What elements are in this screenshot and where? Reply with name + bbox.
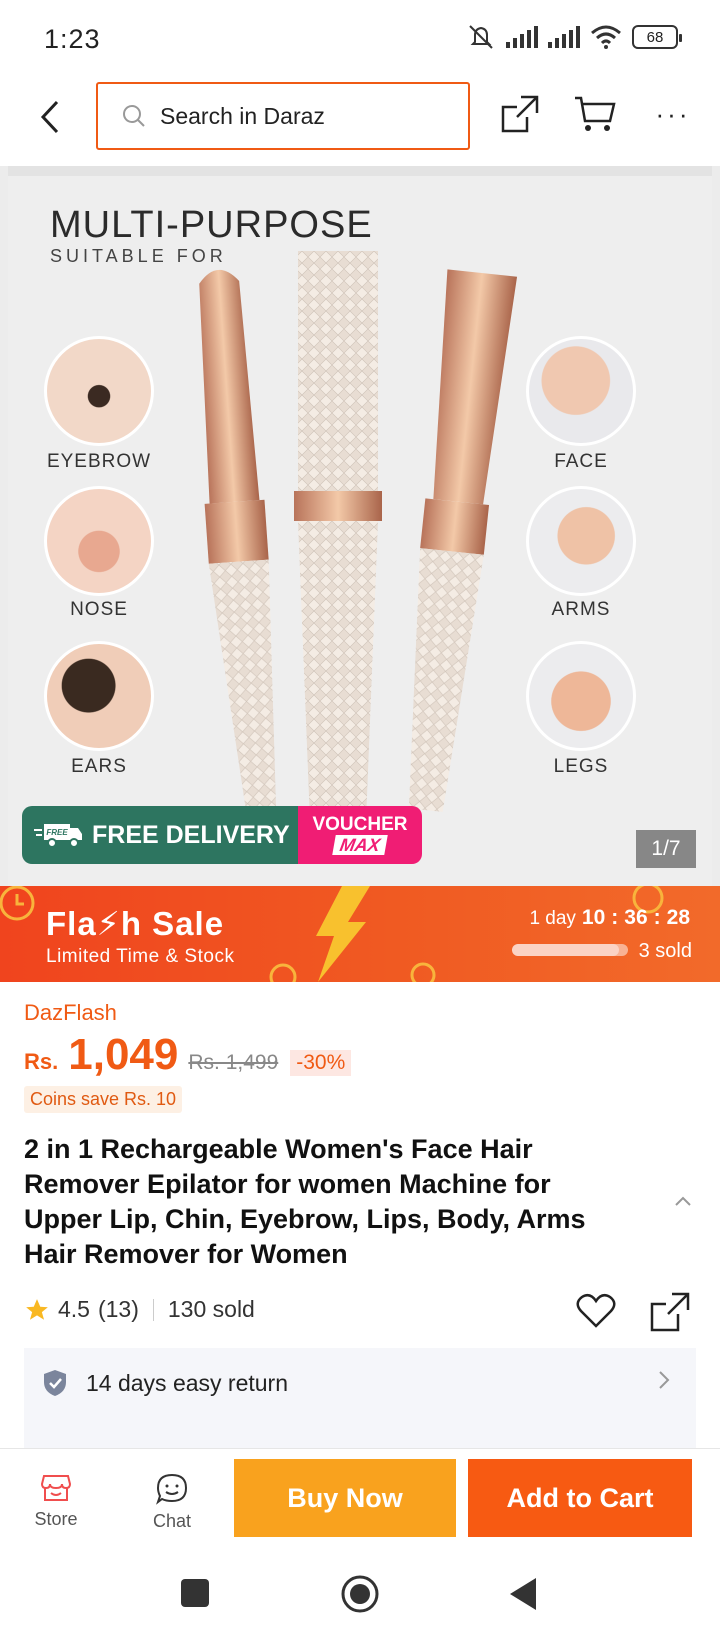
eyebrow-photo bbox=[44, 336, 154, 446]
chevron-right-icon bbox=[659, 1371, 670, 1389]
flash-sold-count: 3 sold bbox=[638, 940, 692, 962]
share-icon bbox=[501, 95, 539, 133]
alarm-clock-icon bbox=[410, 962, 436, 982]
sold-count: 130 sold bbox=[167, 1296, 255, 1322]
back-nav-icon[interactable] bbox=[508, 1576, 538, 1612]
alarm-clock-icon bbox=[0, 886, 35, 921]
device-left bbox=[199, 269, 277, 812]
add-to-cart-button[interactable]: Add to Cart bbox=[468, 1459, 692, 1537]
status-icons: 68 bbox=[466, 24, 682, 50]
price-row: Rs. 1,049 Rs. 1,499 -30% bbox=[24, 1030, 352, 1080]
chat-button[interactable]: Chat bbox=[132, 1473, 212, 1532]
more-options-icon[interactable]: ··· bbox=[650, 90, 696, 138]
flash-sale-subtitle: Limited Time & Stock bbox=[46, 946, 235, 967]
nose-photo bbox=[44, 486, 154, 596]
android-navigation-bar bbox=[0, 1554, 720, 1640]
face-photo bbox=[526, 336, 636, 446]
signal-icon bbox=[506, 26, 538, 48]
image-headline: MULTI-PURPOSE bbox=[50, 204, 373, 246]
flash-sale-countdown: 1 day 10: 36: 28 bbox=[529, 906, 690, 929]
search-input[interactable]: Search in Daraz bbox=[96, 82, 470, 150]
lightning-bolt-icon bbox=[316, 886, 370, 982]
chat-label: Chat bbox=[152, 1511, 192, 1531]
store-label: Store bbox=[34, 1509, 78, 1529]
heart-icon bbox=[576, 1293, 616, 1328]
label-face: FACE bbox=[554, 451, 608, 472]
store-icon bbox=[40, 1475, 72, 1501]
flash-sale-title: Fla⚡h Sale bbox=[46, 905, 225, 942]
search-placeholder: Search in Daraz bbox=[160, 102, 325, 129]
label-ears: EARS bbox=[71, 756, 127, 777]
product-image: MULTI-PURPOSE SUITABLE FOR EYEBROW NOSE … bbox=[8, 166, 712, 886]
store-name[interactable]: DazFlash bbox=[24, 1000, 117, 1026]
back-button[interactable] bbox=[30, 92, 70, 142]
next-info-row bbox=[24, 1418, 696, 1448]
chevron-up-icon[interactable] bbox=[674, 1194, 692, 1212]
ear-photo bbox=[44, 641, 154, 751]
status-time: 1:23 bbox=[44, 24, 101, 54]
share-product-button[interactable] bbox=[650, 1292, 690, 1337]
sold-progress-bar bbox=[512, 944, 628, 956]
arms-photo bbox=[526, 486, 636, 596]
device-right bbox=[408, 269, 518, 812]
original-price: Rs. 1,499 bbox=[188, 1051, 279, 1074]
legs-photo bbox=[526, 641, 636, 751]
recents-icon[interactable] bbox=[180, 1578, 210, 1608]
return-policy-row[interactable]: 14 days easy return bbox=[24, 1348, 696, 1418]
price-currency: Rs. bbox=[24, 1049, 59, 1074]
image-page-indicator: 1/7 bbox=[636, 830, 696, 868]
wishlist-button[interactable] bbox=[576, 1292, 616, 1335]
cart-button[interactable] bbox=[570, 90, 620, 138]
device-middle bbox=[294, 251, 382, 821]
share-button[interactable] bbox=[496, 90, 544, 138]
status-bar: 1:23 68 bbox=[0, 0, 720, 76]
chevron-left-icon bbox=[40, 100, 59, 134]
label-eyebrow: EYEBROW bbox=[46, 451, 152, 472]
cart-icon bbox=[575, 96, 616, 131]
return-policy-text: 14 days easy return bbox=[86, 1369, 289, 1396]
shield-check-icon bbox=[44, 1370, 66, 1396]
flash-sale-banner[interactable]: Fla⚡h Sale Limited Time & Stock 1 day 10… bbox=[0, 886, 720, 982]
star-icon bbox=[26, 1298, 48, 1320]
rating-count: (13) bbox=[97, 1296, 139, 1322]
home-icon[interactable] bbox=[340, 1574, 380, 1614]
free-delivery-text: FREE DELIVERY bbox=[92, 820, 290, 849]
label-arms: ARMS bbox=[551, 599, 611, 620]
current-price: 1,049 bbox=[68, 1030, 179, 1079]
mute-icon bbox=[469, 25, 493, 49]
product-title: 2 in 1 Rechargeable Women's Face Hair Re… bbox=[24, 1134, 586, 1269]
store-button[interactable]: Store bbox=[16, 1473, 96, 1530]
top-nav: Search in Daraz ··· bbox=[0, 76, 720, 166]
chat-icon bbox=[156, 1473, 188, 1505]
share-icon bbox=[650, 1292, 690, 1332]
label-nose: NOSE bbox=[70, 599, 128, 620]
svg-text:FREE: FREE bbox=[46, 828, 68, 837]
product-illustration bbox=[199, 251, 518, 821]
alarm-clock-icon bbox=[269, 963, 297, 982]
free-delivery-banner: FREE FREE DELIVERY VOUCHER MAX bbox=[22, 806, 422, 864]
rating-row[interactable]: 4.5 (13) 130 sold bbox=[24, 1296, 255, 1323]
battery-icon: 68 bbox=[632, 25, 682, 49]
search-icon bbox=[122, 104, 146, 128]
delivery-truck-icon: FREE bbox=[34, 820, 84, 850]
wifi-icon bbox=[591, 25, 621, 49]
buy-now-button[interactable]: Buy Now bbox=[234, 1459, 456, 1537]
signal-icon bbox=[548, 26, 580, 48]
discount-badge: -30% bbox=[290, 1050, 352, 1076]
label-legs: LEGS bbox=[553, 756, 609, 777]
rating-value: 4.5 bbox=[58, 1296, 90, 1322]
bottom-action-bar: Store Chat Buy Now Add to Cart bbox=[0, 1448, 720, 1554]
voucher-max-badge: VOUCHER MAX bbox=[298, 806, 422, 864]
product-image-gallery[interactable]: MULTI-PURPOSE SUITABLE FOR EYEBROW NOSE … bbox=[0, 166, 720, 886]
coins-badge: Coins save Rs. 10 bbox=[24, 1086, 183, 1113]
